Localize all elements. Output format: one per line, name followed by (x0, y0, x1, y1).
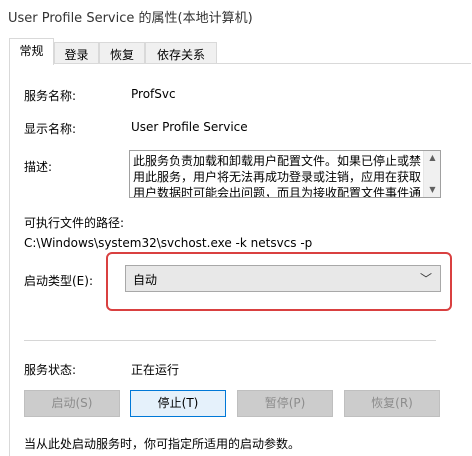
stop-button[interactable]: 停止(T) (130, 390, 226, 417)
resume-button[interactable]: 恢复(R) (344, 390, 440, 417)
arrow-down-icon[interactable]: ▼ (424, 183, 440, 197)
tab-strip: 常规 登录 恢复 依存关系 (0, 38, 472, 65)
tab-recovery[interactable]: 恢复 (99, 42, 145, 64)
tab-logon[interactable]: 登录 (54, 42, 99, 64)
arrow-up-icon[interactable]: ▲ (424, 151, 440, 165)
display-name-label: 显示名称: (24, 122, 77, 136)
exec-path-label: 可执行文件的路径: (24, 216, 125, 230)
title-bar: User Profile Service 的属性(本地计算机) (0, 0, 472, 30)
description-scrollbar[interactable]: ▲ ▼ (423, 151, 440, 197)
exec-path-value: C:\Windows\system32\svchost.exe -k netsv… (24, 236, 313, 250)
window-title: User Profile Service 的属性(本地计算机) (8, 11, 253, 26)
annotation-highlight (106, 252, 452, 311)
tab-dependencies[interactable]: 依存关系 (145, 42, 217, 64)
service-name-value: ProfSvc (131, 87, 176, 101)
status-value: 正在运行 (131, 363, 180, 377)
description-label: 描述: (24, 160, 53, 174)
pause-button[interactable]: 暂停(P) (237, 390, 333, 417)
status-label: 服务状态: (24, 363, 77, 377)
tab-general[interactable]: 常规 (9, 38, 54, 65)
startup-type-label: 启动类型(E): (24, 274, 93, 288)
start-button[interactable]: 启动(S) (24, 390, 120, 417)
description-box[interactable]: 此服务负责加载和卸载用户配置文件。如果已停止或禁用此服务，用户将无法再成功登录或… (129, 150, 441, 198)
service-name-label: 服务名称: (24, 89, 77, 103)
display-name-value[interactable]: User Profile Service (131, 120, 248, 134)
separator (24, 340, 436, 341)
description-text: 此服务负责加载和卸载用户配置文件。如果已停止或禁用此服务，用户将无法再成功登录或… (133, 154, 422, 198)
startup-params-hint: 当从此处启动服务时，你可指定所适用的启动参数。 (24, 437, 301, 451)
